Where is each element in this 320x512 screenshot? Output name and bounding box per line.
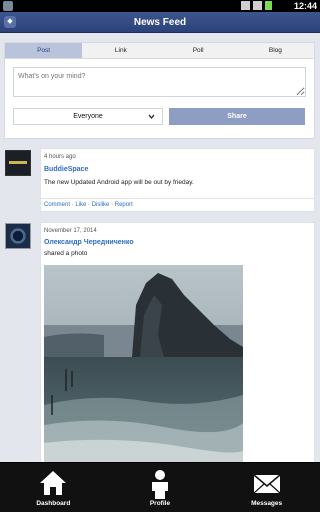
clock: 12:44 — [293, 1, 317, 11]
nav-label: Messages — [251, 500, 283, 507]
avatar[interactable] — [5, 223, 31, 249]
status-input[interactable] — [13, 67, 306, 97]
home-icon — [39, 469, 67, 502]
nav-label: Dashboard — [36, 500, 71, 507]
post-text: shared a photo — [44, 250, 88, 257]
tab-blog[interactable]: Blog — [237, 43, 314, 58]
battery-icon — [265, 1, 272, 10]
tab-poll[interactable]: Poll — [160, 43, 237, 58]
audience-select[interactable]: Everyone — [13, 108, 163, 125]
post-actions: Comment · Like · Dislike · Report — [41, 198, 314, 208]
nav-messages[interactable]: Messages — [213, 463, 320, 512]
status-icons — [241, 1, 272, 10]
post-text: The new Updated Android app will be out … — [44, 179, 194, 186]
feed-post: 4 hours ago BuddieSpace The new Updated … — [40, 148, 315, 212]
nav-profile[interactable]: Profile — [107, 463, 214, 512]
nav-label: Profile — [149, 500, 171, 507]
dislike-link[interactable]: Dislike — [92, 202, 110, 208]
avatar[interactable] — [5, 150, 31, 176]
post-author[interactable]: Олександр Чередниченко — [44, 239, 134, 246]
signal-icon — [253, 1, 262, 10]
chevron-down-icon — [148, 109, 155, 130]
audience-value: Everyone — [73, 113, 103, 120]
nav-dashboard[interactable]: Dashboard — [0, 463, 107, 512]
page-title: News Feed — [133, 17, 187, 28]
share-button[interactable]: Share — [169, 108, 305, 125]
tab-link[interactable]: Link — [82, 43, 159, 58]
envelope-icon — [253, 469, 281, 501]
header: ◆ News Feed — [0, 12, 320, 33]
notification-icon — [3, 1, 13, 11]
post-photo[interactable] — [44, 265, 243, 464]
report-link[interactable]: Report — [115, 202, 133, 208]
comment-link[interactable]: Comment — [44, 202, 70, 208]
composer-tabs: Post Link Poll Blog — [5, 43, 314, 59]
feed-post: November 17, 2014 Олександр Чередниченко… — [40, 222, 315, 466]
tab-post[interactable]: Post — [5, 43, 83, 58]
status-bar: 12:44 — [0, 0, 320, 12]
post-author[interactable]: BuddieSpace — [44, 166, 88, 173]
like-link[interactable]: Like — [75, 202, 86, 208]
person-icon — [148, 469, 172, 504]
post-time: 4 hours ago — [44, 154, 76, 160]
bottom-nav: Dashboard Profile Messages — [0, 462, 320, 512]
post-composer: Post Link Poll Blog Everyone Share — [4, 42, 315, 139]
wifi-icon — [241, 1, 250, 10]
post-time: November 17, 2014 — [44, 228, 97, 234]
